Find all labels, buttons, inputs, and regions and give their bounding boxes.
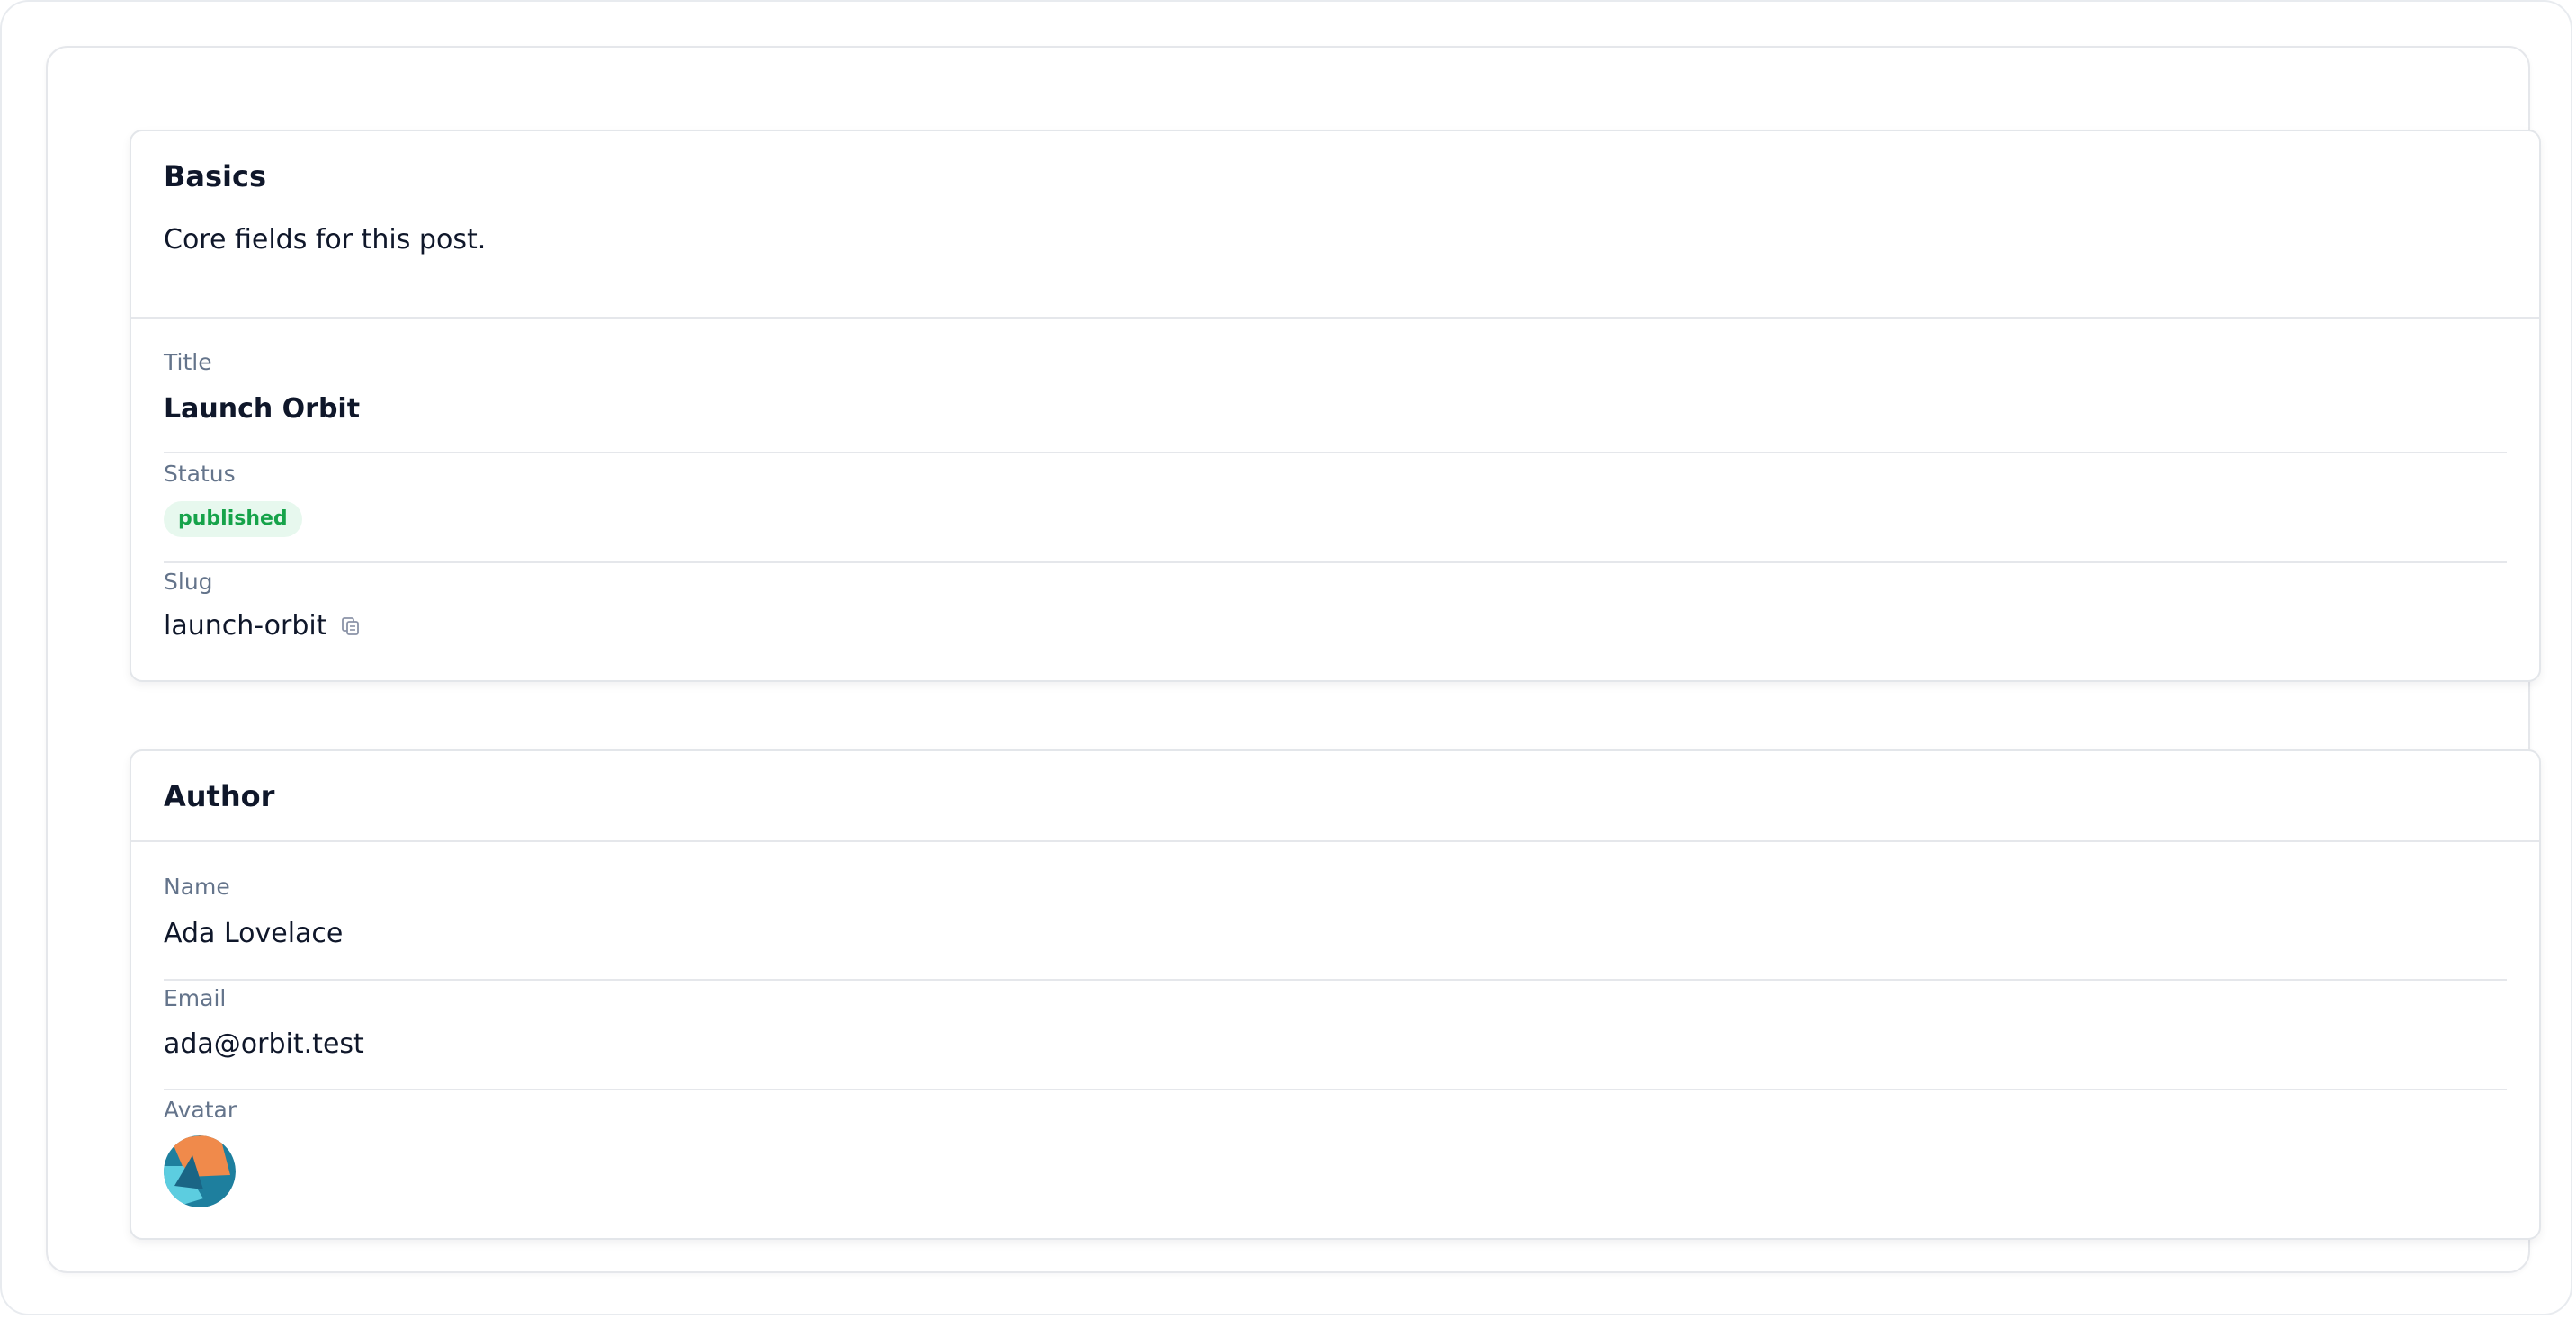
- field-divider: [164, 561, 2507, 563]
- author-card-title: Author: [164, 779, 275, 813]
- status-badge: published: [164, 501, 302, 537]
- slug-value: launch-orbit: [164, 610, 327, 642]
- field-divider: [164, 979, 2507, 981]
- name-value: Ada Lovelace: [164, 918, 344, 949]
- slug-row: launch-orbit: [164, 613, 361, 640]
- field-divider: [164, 1089, 2507, 1090]
- slug-label: Slug: [164, 569, 213, 595]
- field-divider: [164, 452, 2507, 453]
- title-label: Title: [164, 349, 212, 375]
- basics-card-description: Core fields for this post.: [164, 224, 487, 256]
- avatar-label: Avatar: [164, 1097, 237, 1123]
- basics-card-header: Basics Core fields for this post.: [131, 131, 2539, 319]
- author-card: Author Name Ada Lovelace Email ada@orbit…: [130, 749, 2541, 1240]
- title-value: Launch Orbit: [164, 393, 361, 425]
- copy-icon[interactable]: [341, 616, 361, 636]
- avatar: [164, 1135, 236, 1207]
- status-label: Status: [164, 461, 236, 487]
- email-label: Email: [164, 985, 227, 1011]
- name-label: Name: [164, 874, 230, 900]
- basics-card-title: Basics: [164, 159, 267, 193]
- author-card-header: Author: [131, 751, 2539, 842]
- email-value: ada@orbit.test: [164, 1028, 364, 1060]
- content-panel: Basics Core fields for this post. Title …: [46, 46, 2541, 1273]
- basics-card: Basics Core fields for this post. Title …: [130, 130, 2541, 682]
